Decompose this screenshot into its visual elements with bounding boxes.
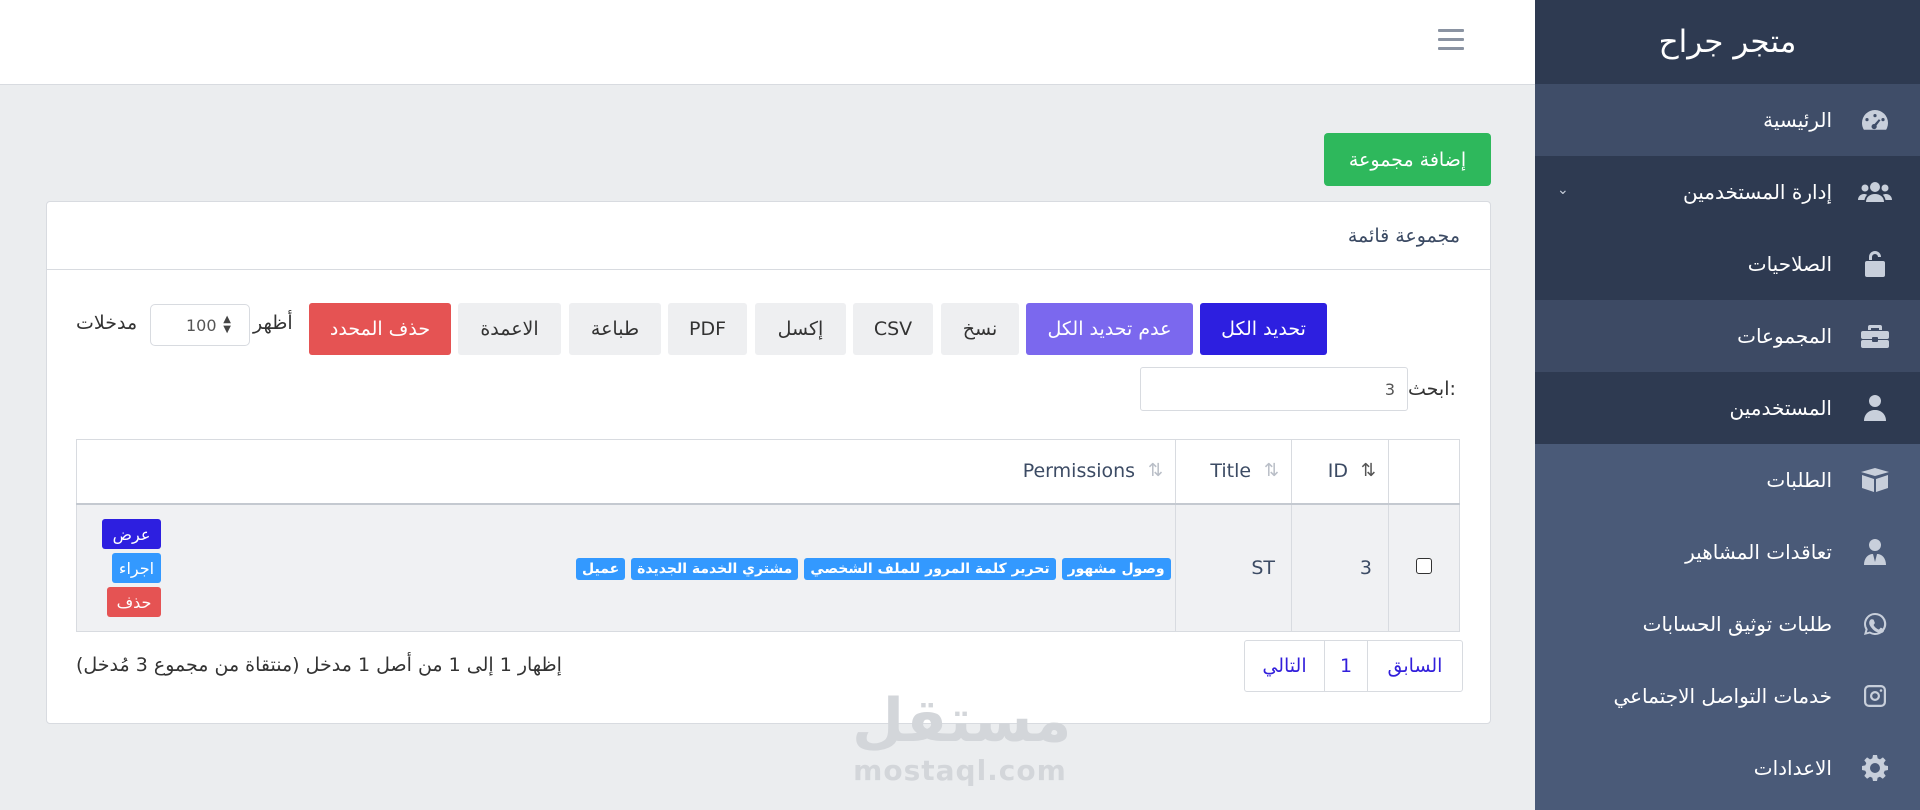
briefcase-icon [1858, 321, 1892, 351]
sidebar-item-label: المجموعات [1737, 324, 1832, 348]
gear-icon [1858, 753, 1892, 783]
select-cell [1388, 503, 1460, 632]
csv-button[interactable]: CSV [853, 303, 933, 355]
delete-button[interactable]: حذف [107, 587, 161, 617]
sidebar-item-label: الاعدادات [1753, 756, 1832, 780]
search-label: ابحث: [1408, 378, 1456, 400]
id-header-label: ID [1327, 460, 1348, 483]
sidebar-item-label: الصلاحيات [1747, 252, 1832, 276]
sort-asc-icon: ⇅ [1360, 460, 1376, 481]
select-arrows-icon: ▲ ▼ [223, 314, 231, 335]
top-bar [0, 0, 1535, 85]
sidebar-item-orders[interactable]: الطلبات [1535, 444, 1920, 516]
sidebar-item-label: الرئيسية [1763, 108, 1832, 132]
permissions-header[interactable]: Permissions ⇅ [75, 439, 1177, 504]
chevron-down-icon[interactable]: ⌄ [1557, 182, 1569, 198]
columns-button[interactable]: الاعمدة [458, 303, 561, 355]
add-group-button[interactable]: إضافة مجموعة [1324, 133, 1491, 186]
lock-icon [1858, 249, 1892, 279]
select-all-button[interactable]: تحديد الكل [1200, 303, 1327, 355]
sidebar-item-groups[interactable]: المجموعات [1535, 300, 1920, 372]
watermark: مستقل mostaql.com [852, 686, 1072, 787]
page-number-button[interactable]: 1 [1325, 641, 1368, 691]
whatsapp-icon [1858, 609, 1892, 639]
view-button[interactable]: عرض [102, 519, 161, 549]
title-header-label: Title [1210, 460, 1252, 483]
sidebar-item-settings[interactable]: الاعدادات [1535, 732, 1920, 804]
select-header [1388, 439, 1460, 504]
watermark-arabic: مستقل [852, 686, 1072, 756]
sidebar-item-label: خدمات التواصل الاجتماعي [1613, 684, 1832, 708]
pagination: التالي 1 السابق [1244, 640, 1463, 692]
permission-badge: عميل [576, 558, 626, 580]
sidebar-item-users[interactable]: المستخدمين [1535, 372, 1920, 444]
next-page-button[interactable]: التالي [1245, 641, 1325, 691]
search-input[interactable] [1140, 367, 1408, 411]
sidebar-item-account-verification[interactable]: طلبات توثيق الحسابات [1535, 588, 1920, 660]
permission-badges: عميل مشتري الخدمة الجديدة تحرير كلمة الم… [576, 558, 1171, 580]
instagram-icon [1858, 681, 1892, 711]
sidebar: متجر جراح الرئيسية ⌄ إدارة المستخدمين ال… [1535, 0, 1920, 810]
deselect-all-button[interactable]: عدم تحديد الكل [1026, 303, 1193, 355]
pdf-button[interactable]: PDF [668, 303, 747, 355]
sidebar-item-social-services[interactable]: خدمات التواصل الاجتماعي [1535, 660, 1920, 732]
id-header[interactable]: ID ⇅ [1291, 439, 1389, 504]
sidebar-item-label: طلبات توثيق الحسابات [1642, 612, 1832, 636]
sidebar-item-dashboard[interactable]: الرئيسية [1535, 84, 1920, 156]
permission-badge: تحرير كلمة المرور للملف الشخصي [804, 558, 1056, 580]
table-info: إظهار 1 إلى 1 من أصل 1 مدخل (منتقاة من م… [76, 654, 562, 676]
sidebar-item-label: تعاقدات المشاهير [1685, 540, 1832, 564]
card-title: مجموعة قائمة [47, 202, 1490, 270]
excel-button[interactable]: إكسل [755, 303, 846, 355]
print-button[interactable]: طباعة [569, 303, 661, 355]
user-icon [1858, 393, 1892, 423]
title-header[interactable]: Title ⇅ [1175, 439, 1293, 504]
user-tie-icon [1858, 537, 1892, 567]
box-icon [1858, 465, 1892, 495]
sidebar-item-user-management[interactable]: ⌄ إدارة المستخدمين [1535, 156, 1920, 228]
copy-button[interactable]: نسخ [941, 303, 1019, 355]
speedometer-icon [1858, 105, 1892, 135]
sidebar-item-label: إدارة المستخدمين [1683, 180, 1832, 204]
permission-badge: وصول مشهور [1061, 558, 1171, 580]
sort-icon: ⇅ [1148, 460, 1164, 481]
edit-button[interactable]: اجراء [112, 553, 161, 583]
title-cell: ST [1175, 503, 1293, 632]
row-checkbox[interactable] [1416, 557, 1432, 574]
permissions-header-label: Permissions [1022, 460, 1136, 483]
show-label: أظهر [253, 312, 293, 334]
page-size-select[interactable]: 100 ▲ ▼ [150, 304, 250, 346]
id-cell: 3 [1291, 503, 1389, 632]
sidebar-item-celebrity-contracts[interactable]: تعاقدات المشاهير [1535, 516, 1920, 588]
sort-icon: ⇅ [1263, 460, 1280, 481]
sidebar-item-label: المستخدمين [1729, 396, 1832, 420]
page-size-value: 100 [186, 315, 217, 335]
sidebar-item-label: الطلبات [1766, 468, 1832, 492]
groups-table: Permissions ⇅ Title ⇅ ID ⇅ ST 3 [75, 439, 1460, 632]
brand-title[interactable]: متجر جراح [1535, 0, 1920, 84]
watermark-url: mostaql.com [853, 754, 1067, 787]
sidebar-item-permissions[interactable]: الصلاحيات [1535, 228, 1920, 300]
previous-page-button[interactable]: السابق [1368, 641, 1462, 691]
users-icon [1858, 177, 1892, 207]
permission-badge: مشتري الخدمة الجديدة [631, 558, 799, 580]
delete-selected-button[interactable]: حذف المحدد [309, 303, 451, 355]
entries-label: مدخلات [76, 312, 138, 334]
hamburger-menu-icon[interactable] [1438, 29, 1464, 53]
